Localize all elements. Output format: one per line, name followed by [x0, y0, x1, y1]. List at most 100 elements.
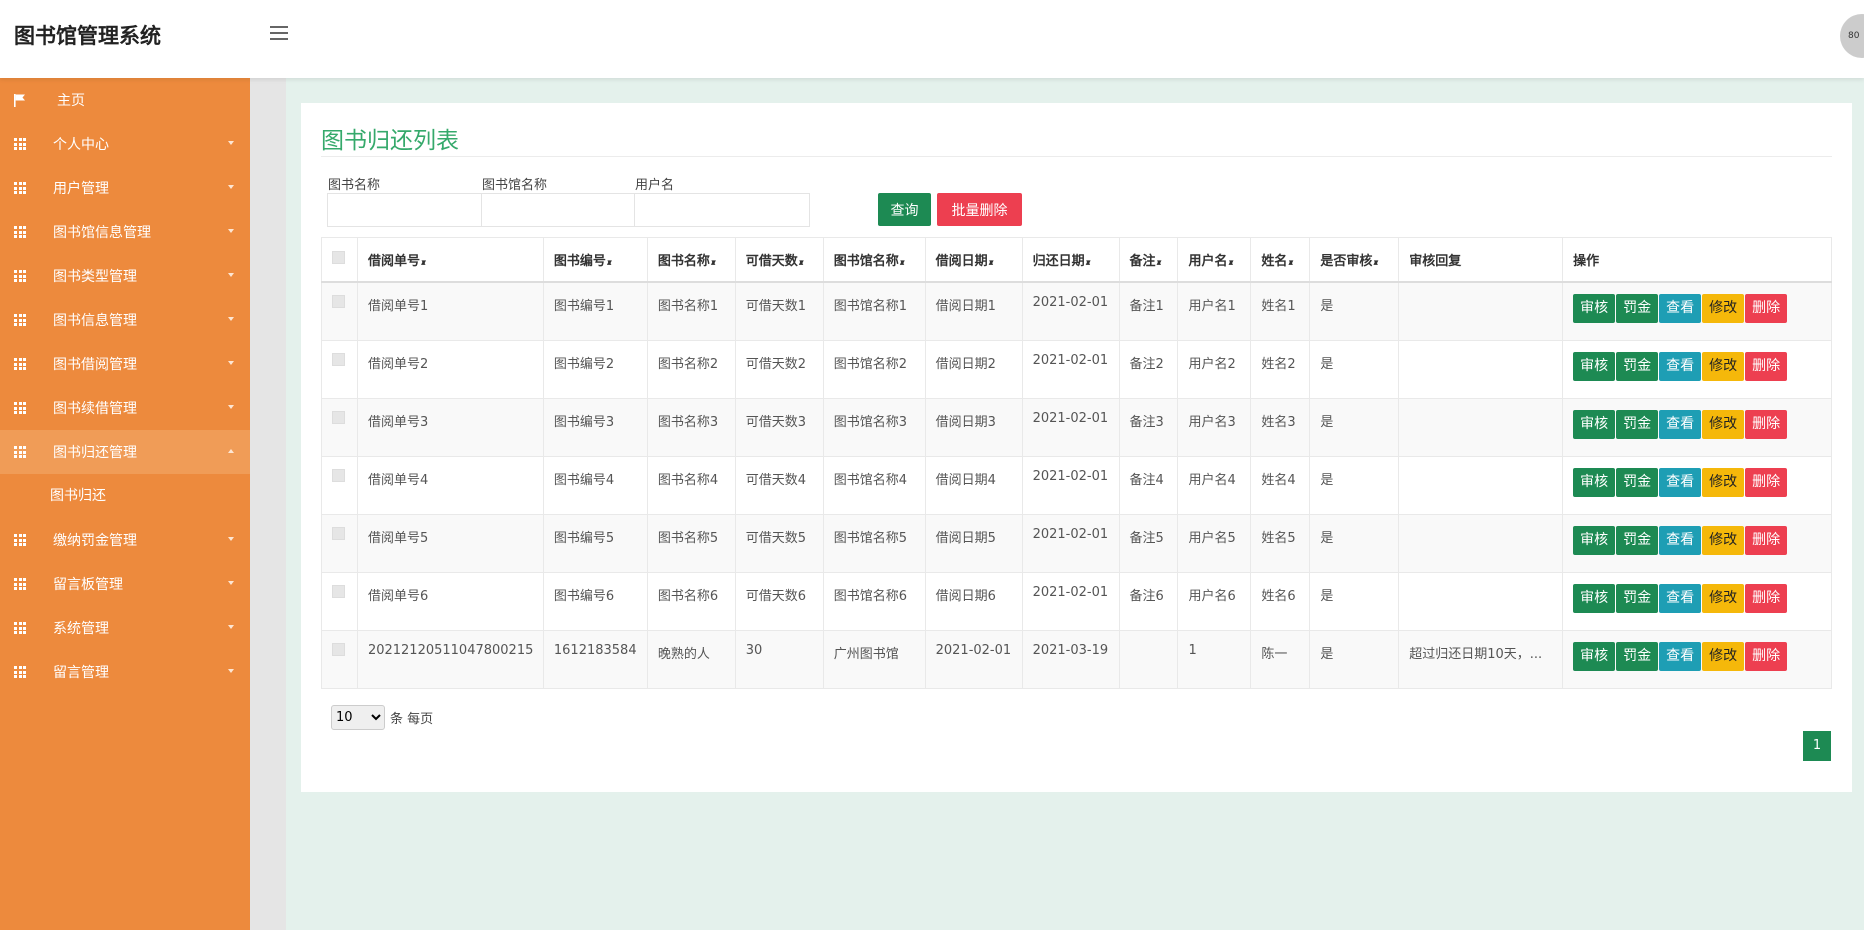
row-checkbox[interactable]: [332, 642, 345, 656]
sort-icon[interactable]: ▴▾: [799, 258, 804, 268]
sidebar-item[interactable]: 留言板管理: [0, 562, 250, 606]
scrollbar-track[interactable]: [250, 78, 286, 930]
sort-icon[interactable]: ▴▾: [989, 258, 994, 268]
sidebar-item[interactable]: 图书续借管理: [0, 386, 250, 430]
delete-button[interactable]: 删除: [1745, 641, 1788, 671]
table-cell: 超过归还日期10天，...: [1398, 629, 1564, 689]
row-checkbox[interactable]: [332, 526, 345, 540]
sidebar-item[interactable]: 主页: [0, 78, 250, 122]
sidebar-item[interactable]: 图书归还管理: [0, 430, 250, 474]
edit-button[interactable]: 修改: [1702, 583, 1745, 613]
fine-button[interactable]: 罚金: [1616, 467, 1659, 497]
column-header[interactable]: 图书馆名称▴▾: [822, 237, 926, 283]
sidebar-item[interactable]: 个人中心: [0, 122, 250, 166]
query-button[interactable]: 查询: [878, 193, 931, 226]
page-1-button[interactable]: 1: [1803, 731, 1831, 761]
column-header: 审核回复: [1398, 237, 1564, 283]
table-cell: 图书名称6: [646, 571, 736, 631]
sidebar-item[interactable]: 图书信息管理: [0, 298, 250, 342]
column-header[interactable]: 图书编号▴▾: [542, 237, 648, 283]
edit-button[interactable]: 修改: [1702, 409, 1745, 439]
column-header[interactable]: 可借天数▴▾: [734, 237, 824, 283]
fine-button[interactable]: 罚金: [1616, 641, 1659, 671]
select-all-cell: [321, 237, 358, 283]
edit-button[interactable]: 修改: [1702, 467, 1745, 497]
username-input[interactable]: [634, 193, 810, 227]
column-header[interactable]: 用户名▴▾: [1177, 237, 1252, 283]
fine-button[interactable]: 罚金: [1616, 351, 1659, 381]
sort-icon[interactable]: ▴▾: [421, 258, 426, 268]
table-cell: 可借天数4: [734, 455, 824, 515]
view-button[interactable]: 查看: [1659, 525, 1702, 555]
view-button[interactable]: 查看: [1659, 409, 1702, 439]
delete-button[interactable]: 删除: [1745, 351, 1788, 381]
sidebar-item[interactable]: 缴纳罚金管理: [0, 518, 250, 562]
review-button[interactable]: 审核: [1573, 583, 1616, 613]
delete-button[interactable]: 删除: [1745, 467, 1788, 497]
select-all-checkbox[interactable]: [332, 251, 345, 264]
sort-icon[interactable]: ▴▾: [1228, 258, 1233, 268]
delete-button[interactable]: 删除: [1745, 294, 1788, 323]
sidebar-subitem[interactable]: 图书归还: [0, 474, 250, 518]
row-checkbox[interactable]: [332, 352, 345, 366]
edit-button[interactable]: 修改: [1702, 525, 1745, 555]
book-name-input[interactable]: [327, 193, 503, 227]
hamburger-menu-icon[interactable]: [270, 26, 288, 42]
column-header[interactable]: 姓名▴▾: [1250, 237, 1311, 283]
delete-button[interactable]: 删除: [1745, 583, 1788, 613]
table-row: 借阅单号6 图书编号6 图书名称6 可借天数6 图书馆名称6 借阅日期6 2021-02-0…: [321, 571, 1832, 631]
sort-icon[interactable]: ▴▾: [1086, 258, 1091, 268]
fine-button[interactable]: 罚金: [1616, 525, 1659, 555]
sidebar-item[interactable]: 图书类型管理: [0, 254, 250, 298]
edit-button[interactable]: 修改: [1702, 294, 1745, 323]
row-checkbox[interactable]: [332, 410, 345, 424]
table-cell: 图书编号3: [542, 397, 648, 457]
table-cell: 图书馆名称4: [822, 455, 926, 515]
sidebar-item-label: 个人中心: [53, 137, 109, 153]
fine-button[interactable]: 罚金: [1616, 583, 1659, 613]
page-size-select[interactable]: 10: [331, 705, 385, 730]
fine-button[interactable]: 罚金: [1616, 294, 1659, 323]
sort-icon[interactable]: ▴▾: [1157, 258, 1162, 268]
row-checkbox[interactable]: [332, 468, 345, 482]
sidebar-item[interactable]: 图书馆信息管理: [0, 210, 250, 254]
review-button[interactable]: 审核: [1573, 409, 1616, 439]
column-header[interactable]: 备注▴▾: [1118, 237, 1179, 283]
column-header[interactable]: 归还日期▴▾: [1021, 237, 1120, 283]
delete-button[interactable]: 删除: [1745, 409, 1788, 439]
view-button[interactable]: 查看: [1659, 467, 1702, 497]
sidebar-item[interactable]: 用户管理: [0, 166, 250, 210]
view-button[interactable]: 查看: [1659, 641, 1702, 671]
sort-icon[interactable]: ▴▾: [607, 258, 612, 268]
review-button[interactable]: 审核: [1573, 351, 1616, 381]
sort-icon[interactable]: ▴▾: [1373, 258, 1378, 268]
edit-button[interactable]: 修改: [1702, 641, 1745, 671]
view-button[interactable]: 查看: [1659, 583, 1702, 613]
sort-icon[interactable]: ▴▾: [900, 258, 905, 268]
review-button[interactable]: 审核: [1573, 641, 1616, 671]
table-cell: 30: [734, 629, 824, 689]
row-checkbox[interactable]: [332, 584, 345, 598]
table-cell: 图书编号2: [542, 339, 648, 399]
fine-button[interactable]: 罚金: [1616, 409, 1659, 439]
edit-button[interactable]: 修改: [1702, 351, 1745, 381]
column-header[interactable]: 借阅单号▴▾: [356, 237, 544, 283]
row-checkbox[interactable]: [332, 295, 345, 308]
sidebar-item[interactable]: 图书借阅管理: [0, 342, 250, 386]
review-button[interactable]: 审核: [1573, 467, 1616, 497]
column-header[interactable]: 是否审核▴▾: [1309, 237, 1400, 283]
batch-delete-button[interactable]: 批量删除: [937, 193, 1022, 226]
review-button[interactable]: 审核: [1573, 525, 1616, 555]
avatar[interactable]: 80: [1840, 14, 1864, 58]
sidebar-item[interactable]: 系统管理: [0, 606, 250, 650]
column-header[interactable]: 图书名称▴▾: [646, 237, 736, 283]
review-button[interactable]: 审核: [1573, 294, 1616, 323]
sort-icon[interactable]: ▴▾: [711, 258, 716, 268]
library-name-input[interactable]: [481, 193, 657, 227]
sort-icon[interactable]: ▴▾: [1288, 258, 1293, 268]
sidebar-item[interactable]: 留言管理: [0, 650, 250, 694]
column-header[interactable]: 借阅日期▴▾: [924, 237, 1023, 283]
delete-button[interactable]: 删除: [1745, 525, 1788, 555]
view-button[interactable]: 查看: [1659, 294, 1702, 323]
view-button[interactable]: 查看: [1659, 351, 1702, 381]
